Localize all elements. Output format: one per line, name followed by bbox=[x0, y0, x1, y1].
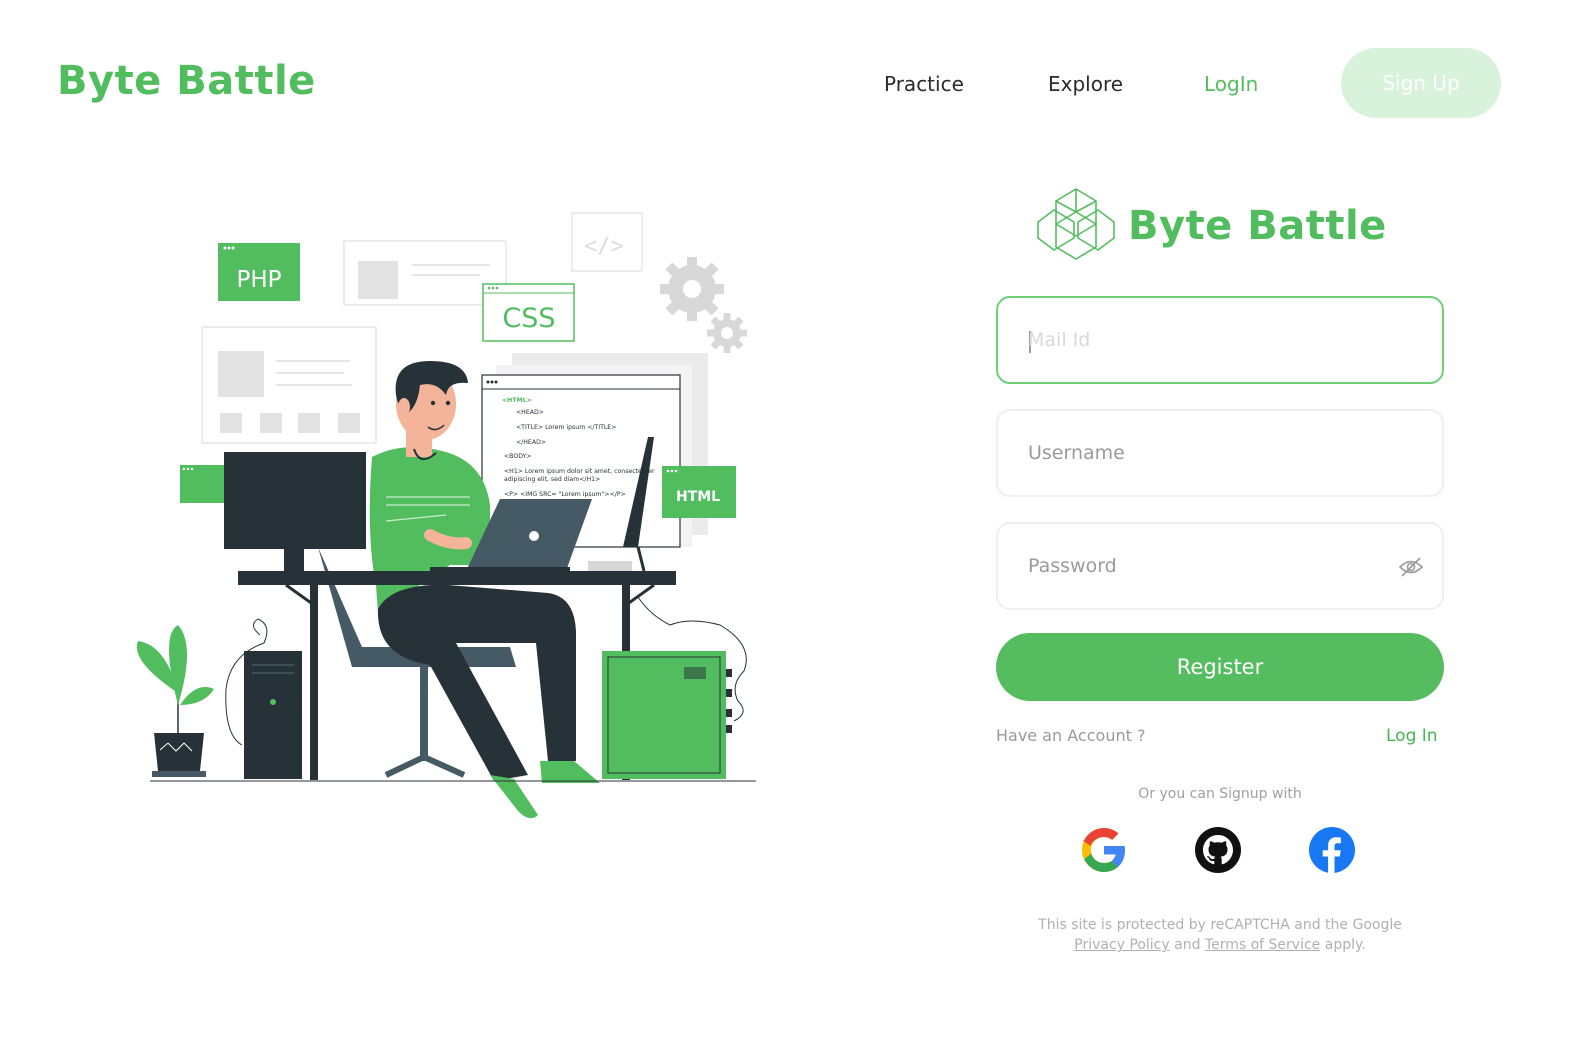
nav-explore[interactable]: Explore bbox=[1048, 72, 1123, 96]
legal-line2: Privacy Policy and Terms of Service appl… bbox=[996, 935, 1444, 955]
password-field[interactable] bbox=[996, 522, 1444, 610]
signup-button[interactable]: Sign Up bbox=[1341, 48, 1501, 118]
recaptcha-notice: This site is protected by reCAPTCHA and … bbox=[996, 915, 1444, 955]
svg-text:</>: </> bbox=[584, 234, 624, 259]
svg-text:<BODY>: <BODY> bbox=[504, 453, 532, 460]
svg-text:adipiscing elit, sed diam</H1>: adipiscing elit, sed diam</H1> bbox=[504, 476, 600, 483]
legal-and: and bbox=[1174, 937, 1201, 953]
css-tag: CSS bbox=[502, 303, 555, 334]
google-icon[interactable] bbox=[1080, 826, 1128, 874]
svg-text:<HEAD>: <HEAD> bbox=[516, 409, 544, 416]
mail-input[interactable] bbox=[1028, 298, 1388, 382]
html-tag: HTML bbox=[676, 489, 720, 505]
login-link[interactable]: Log In bbox=[1386, 726, 1438, 746]
svg-text:<H1> Lorem ipsum dolor sit ame: <H1> Lorem ipsum dolor sit amet, consect… bbox=[504, 468, 655, 475]
svg-text:<HTML>: <HTML> bbox=[502, 397, 532, 404]
svg-text:</HEAD>: </HEAD> bbox=[516, 439, 546, 446]
facebook-icon[interactable] bbox=[1308, 826, 1356, 874]
or-signup-text: Or you can Signup with bbox=[1138, 786, 1302, 802]
privacy-policy-link[interactable]: Privacy Policy bbox=[1074, 937, 1169, 953]
mail-field[interactable] bbox=[996, 296, 1444, 384]
nav-login[interactable]: LogIn bbox=[1204, 72, 1258, 96]
top-nav: Practice Explore LogIn Sign Up bbox=[0, 48, 1594, 118]
legal-line1: This site is protected by reCAPTCHA and … bbox=[1038, 917, 1402, 933]
svg-text:<TITLE> Lorem ipsum </TITLE>: <TITLE> Lorem ipsum </TITLE> bbox=[516, 424, 616, 431]
legal-apply: apply. bbox=[1324, 937, 1366, 953]
username-field[interactable] bbox=[996, 409, 1444, 497]
eye-off-icon[interactable] bbox=[1398, 556, 1424, 578]
have-account-text: Have an Account ? bbox=[996, 726, 1146, 745]
username-input[interactable] bbox=[1028, 411, 1388, 495]
form-brand: Byte Battle bbox=[1128, 203, 1387, 249]
github-icon[interactable] bbox=[1194, 826, 1242, 874]
php-tag: PHP bbox=[236, 267, 281, 293]
terms-link[interactable]: Terms of Service bbox=[1205, 937, 1320, 953]
password-input[interactable] bbox=[1028, 524, 1388, 608]
nav-practice[interactable]: Practice bbox=[884, 72, 964, 96]
register-button[interactable]: Register bbox=[996, 633, 1444, 701]
svg-text:<P> <IMG SRC= "Lorem ipsum"></: <P> <IMG SRC= "Lorem ipsum"></P> bbox=[504, 491, 626, 498]
cube-network-logo bbox=[1037, 188, 1115, 260]
developer-illustration: </> PHP CSS <HTML> <HEAD> <TITLE> Lorem … bbox=[136, 212, 756, 819]
